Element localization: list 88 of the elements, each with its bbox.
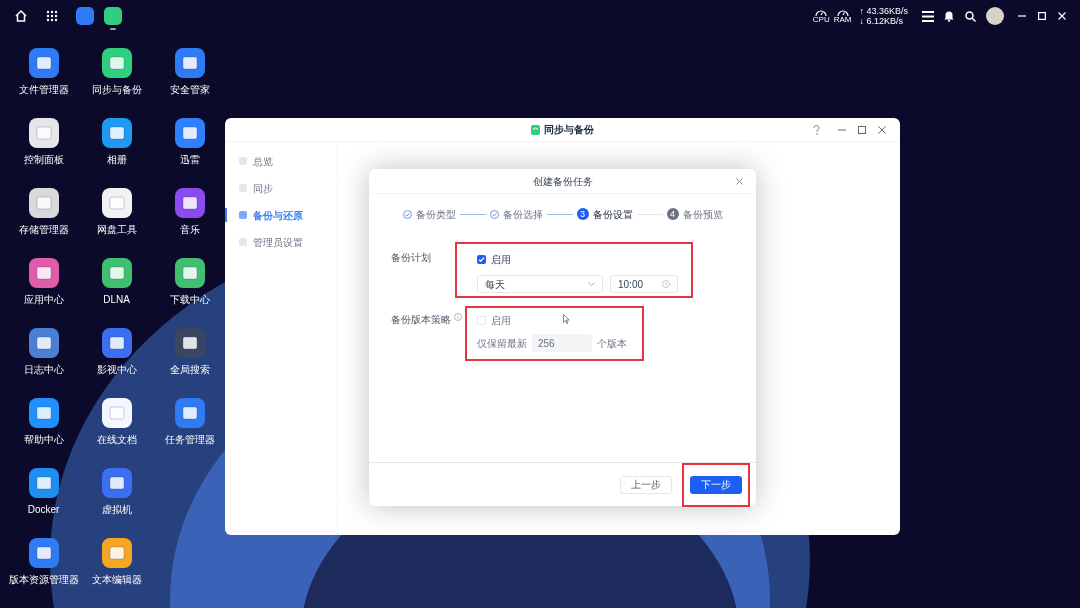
field-label: 备份计划 [390, 251, 432, 265]
sidebar-item[interactable]: 管理员设置 [225, 233, 337, 251]
app-label[interactable]: 任务管理器 [164, 434, 215, 446]
step-label: 备份类型 [415, 207, 456, 222]
app-label[interactable]: 文件管理器 [18, 84, 69, 96]
app-label[interactable]: Docker [27, 504, 60, 516]
app-label[interactable]: 安全管家 [169, 84, 210, 96]
next-button[interactable]: 下一步 [690, 475, 742, 494]
taskbar-app-icon[interactable] [76, 7, 94, 25]
app-icon[interactable] [174, 328, 205, 358]
app-icon[interactable] [28, 118, 59, 148]
app-icon[interactable] [174, 258, 205, 288]
window-title: 同步与备份 [544, 123, 594, 137]
app-label[interactable]: 版本资源管理器 [8, 574, 79, 586]
home-icon[interactable] [14, 9, 28, 23]
upload-speed: ↑ 43.36KB/s [859, 6, 908, 16]
app-label[interactable]: 下载中心 [169, 294, 210, 306]
app-icon[interactable] [28, 468, 59, 498]
minimize-icon[interactable] [1018, 12, 1026, 20]
app-label[interactable]: 影视中心 [96, 364, 137, 376]
app-icon[interactable] [174, 188, 205, 218]
app-icon[interactable] [28, 398, 59, 428]
app-icon[interactable] [101, 258, 132, 288]
app-icon[interactable] [28, 538, 59, 568]
app-label[interactable]: 同步与备份 [91, 84, 142, 96]
list-icon[interactable] [922, 10, 934, 22]
app-icon[interactable] [101, 48, 132, 78]
time-field[interactable]: 10:00 [610, 275, 678, 293]
ram-gauge-icon [836, 8, 849, 16]
app-icon[interactable] [101, 398, 132, 428]
mouse-cursor-icon [563, 314, 570, 324]
keep-label: 仅保留最新 [477, 336, 527, 351]
step-number: 3 [576, 208, 589, 220]
app-label[interactable]: 网盘工具 [96, 224, 137, 236]
app-icon[interactable] [28, 328, 59, 358]
app-label[interactable]: 全局搜索 [169, 364, 210, 376]
app-logo-icon [531, 124, 540, 135]
app-label[interactable]: 日志中心 [23, 364, 64, 376]
checkbox-label[interactable]: 启用 [491, 252, 511, 267]
dialog-title: 创建备份任务 [532, 174, 593, 189]
cpu-gauge-icon [815, 8, 828, 16]
back-button[interactable]: 上一步 [620, 475, 672, 494]
cpu-label: CPU [812, 15, 830, 24]
notification-icon[interactable] [944, 10, 954, 22]
help-icon[interactable] [813, 124, 820, 135]
frequency-dropdown[interactable]: 每天 [477, 275, 603, 293]
step-label: 备份选择 [502, 207, 543, 222]
sidebar-item[interactable]: 备份与还原 [225, 206, 337, 224]
app-icon[interactable] [28, 48, 59, 78]
version-count-field[interactable]: 256 [532, 334, 592, 352]
app-label[interactable]: 音乐 [179, 224, 200, 236]
app-icon[interactable] [101, 468, 132, 498]
checkbox-label[interactable]: 启用 [491, 313, 511, 328]
app-icon[interactable] [174, 48, 205, 78]
checkbox[interactable] [477, 255, 486, 264]
app-icon[interactable] [101, 118, 132, 148]
app-label[interactable]: 文本编辑器 [91, 574, 142, 586]
app-icon[interactable] [101, 188, 132, 218]
app-icon[interactable] [101, 328, 132, 358]
app-label[interactable]: 帮助中心 [23, 434, 64, 446]
step-label: 备份设置 [592, 207, 633, 222]
app-label[interactable]: DLNA [103, 294, 130, 306]
download-speed: ↓ 6.12KB/s [859, 16, 904, 26]
sidebar-item[interactable]: 同步 [225, 179, 337, 197]
field-label: 备份版本策略 [391, 313, 451, 327]
app-icon[interactable] [28, 188, 59, 218]
app-label[interactable]: 迅雷 [179, 154, 200, 166]
search-icon[interactable] [965, 10, 976, 22]
checkbox[interactable] [477, 316, 486, 325]
ram-label: RAM [833, 15, 852, 24]
clock-icon [662, 280, 670, 288]
taskbar-app-icon[interactable] [104, 7, 122, 25]
app-label[interactable]: 在线文档 [96, 434, 137, 446]
app-label[interactable]: 应用中心 [23, 294, 64, 306]
app-label[interactable]: 相册 [106, 154, 127, 166]
chevron-down-icon [588, 282, 595, 286]
app-label[interactable]: 存储管理器 [18, 224, 69, 236]
app-icon[interactable] [174, 118, 205, 148]
app-grid-icon[interactable] [46, 10, 58, 22]
app-icon[interactable] [101, 538, 132, 568]
app-label[interactable]: 控制面板 [23, 154, 64, 166]
unit-label: 个版本 [597, 336, 627, 351]
app-icon[interactable] [28, 258, 59, 288]
app-label[interactable]: 虚拟机 [101, 504, 132, 516]
sidebar-item[interactable]: 总览 [225, 152, 337, 170]
step-label: 备份预览 [682, 207, 723, 222]
step-number: 4 [666, 208, 679, 220]
app-icon[interactable] [174, 398, 205, 428]
